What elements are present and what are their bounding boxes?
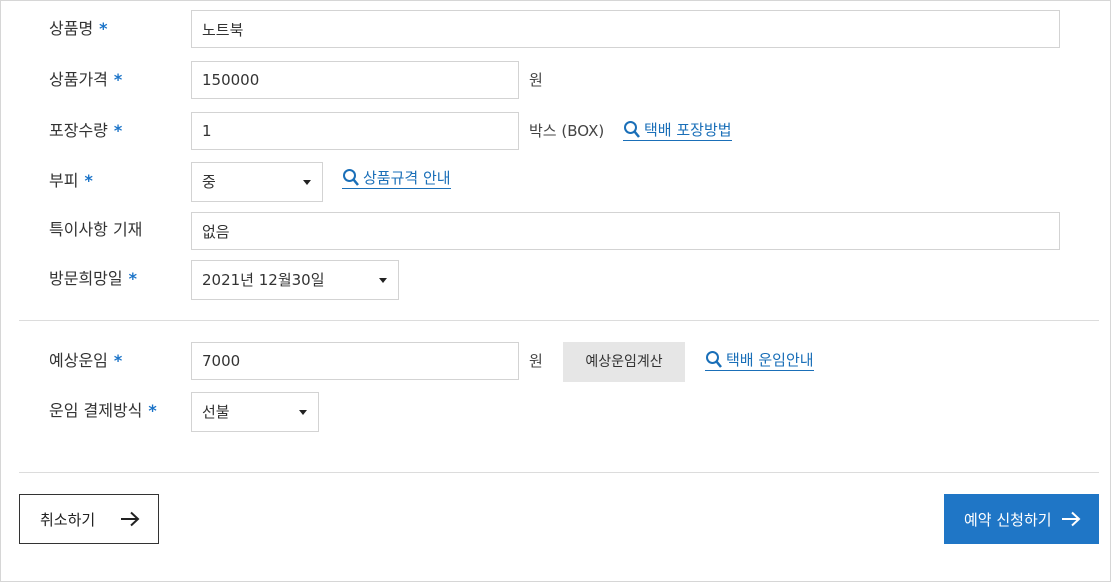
bottom-divider	[19, 472, 1099, 473]
package-qty-input[interactable]	[191, 112, 519, 150]
package-qty-label-text: 포장수량	[49, 121, 108, 140]
magnifier-icon	[706, 351, 722, 368]
product-name-input[interactable]	[191, 10, 1060, 48]
product-price-label-text: 상품가격	[49, 70, 108, 89]
est-fee-input[interactable]	[191, 342, 519, 380]
size-guide-text: 상품규격 안내	[363, 168, 451, 187]
volume-select[interactable]: 중	[191, 162, 323, 202]
package-unit: 박스 (BOX)	[529, 122, 605, 140]
payment-label: 운임 결제방식 *	[49, 401, 157, 421]
reservation-form: 상품명* 상품가격* 원 포장수량* 박스 (BOX) 택배 포장방법 부피* …	[0, 0, 1111, 582]
caret-down-icon	[299, 410, 307, 415]
est-fee-label: 예상운임 *	[49, 351, 122, 371]
visit-date-label-text: 방문희망일	[49, 269, 123, 288]
fee-guide-text: 택배 운임안내	[726, 350, 814, 369]
visit-date-select[interactable]: 2021년 12월30일	[191, 260, 399, 300]
notes-input[interactable]	[191, 212, 1060, 250]
product-name-label-text: 상품명	[49, 19, 94, 38]
cancel-button[interactable]: 취소하기	[19, 494, 159, 544]
payment-label-text: 운임 결제방식	[49, 401, 143, 420]
visit-date-selected-value: 2021년 12월30일	[202, 271, 325, 289]
product-name-label: 상품명 *	[49, 19, 108, 39]
arrow-right-icon	[1062, 511, 1081, 527]
magnifier-icon	[624, 121, 640, 138]
fee-guide-link[interactable]: 택배 운임안내	[705, 350, 814, 371]
fee-unit: 원	[529, 352, 543, 370]
caret-down-icon	[379, 278, 387, 283]
package-qty-label: 포장수량 *	[49, 121, 122, 141]
volume-selected-value: 중	[202, 173, 216, 191]
volume-label: 부피 *	[49, 171, 93, 191]
size-guide-link[interactable]: 상품규격 안내	[342, 168, 451, 189]
magnifier-icon	[343, 169, 359, 186]
submit-reservation-button[interactable]: 예약 신청하기	[944, 494, 1099, 544]
required-mark: *	[99, 19, 108, 38]
packaging-guide-text: 택배 포장방법	[644, 120, 732, 139]
payment-method-select[interactable]: 선불	[191, 392, 319, 432]
required-mark: *	[113, 121, 123, 140]
notes-label: 특이사항 기재	[49, 220, 142, 240]
product-price-label: 상품가격 *	[49, 70, 122, 90]
arrow-right-icon	[121, 511, 140, 527]
submit-button-label: 예약 신청하기	[964, 510, 1052, 529]
required-mark: *	[128, 269, 137, 288]
cancel-button-label: 취소하기	[40, 510, 96, 529]
required-mark: *	[84, 171, 93, 190]
volume-label-text: 부피	[49, 171, 79, 190]
visit-date-label: 방문희망일 *	[49, 269, 137, 289]
caret-down-icon	[303, 180, 311, 185]
required-mark: *	[113, 70, 123, 89]
required-mark: *	[148, 401, 157, 420]
price-unit: 원	[529, 71, 543, 89]
section-divider	[19, 320, 1099, 321]
notes-label-text: 특이사항 기재	[49, 220, 143, 239]
product-price-input[interactable]	[191, 61, 519, 99]
packaging-guide-link[interactable]: 택배 포장방법	[623, 120, 732, 141]
payment-selected-value: 선불	[202, 403, 230, 421]
est-fee-label-text: 예상운임	[49, 351, 108, 370]
required-mark: *	[113, 351, 123, 370]
calculate-fee-button[interactable]: 예상운임계산	[563, 342, 685, 382]
